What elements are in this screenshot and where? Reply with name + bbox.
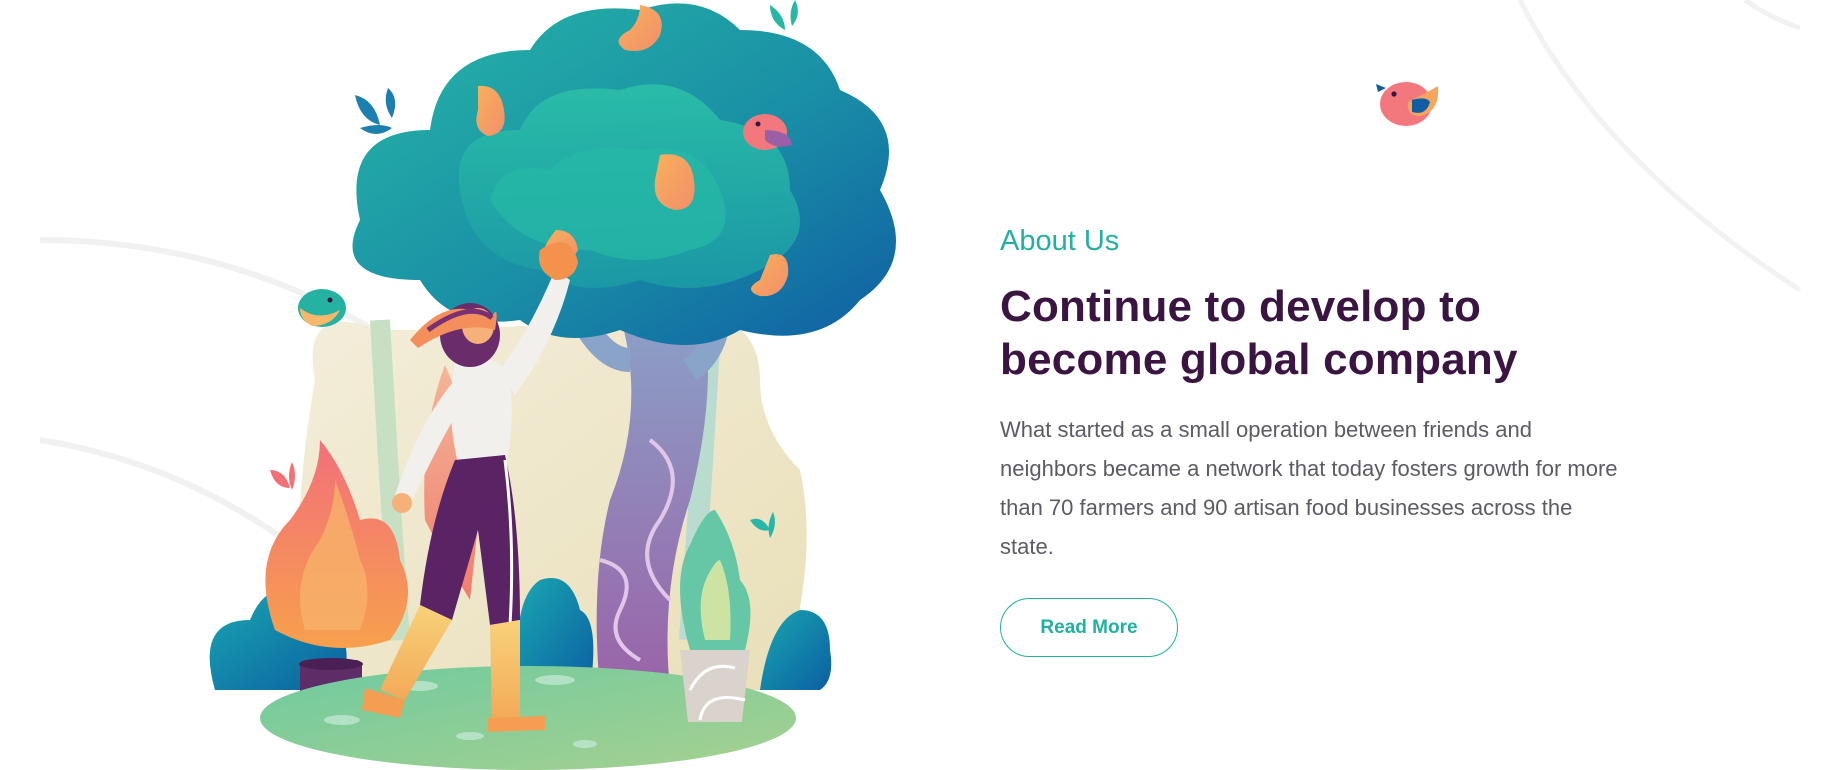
section-description: What started as a small operation betwee… bbox=[1000, 417, 1618, 559]
farmer-picking-fruit-illustration bbox=[209, 0, 896, 770]
section-eyebrow: About Us bbox=[1000, 225, 1120, 257]
about-us-section: About Us Continue to develop to become g… bbox=[1000, 225, 1640, 657]
headline-line-2: become global company bbox=[1000, 335, 1518, 384]
page-title: Continue to develop to become global com… bbox=[1000, 280, 1640, 386]
bird-icon bbox=[1376, 82, 1439, 126]
headline-line-1: Continue to develop to bbox=[1000, 282, 1482, 331]
read-more-button[interactable]: Read More bbox=[1000, 598, 1178, 657]
